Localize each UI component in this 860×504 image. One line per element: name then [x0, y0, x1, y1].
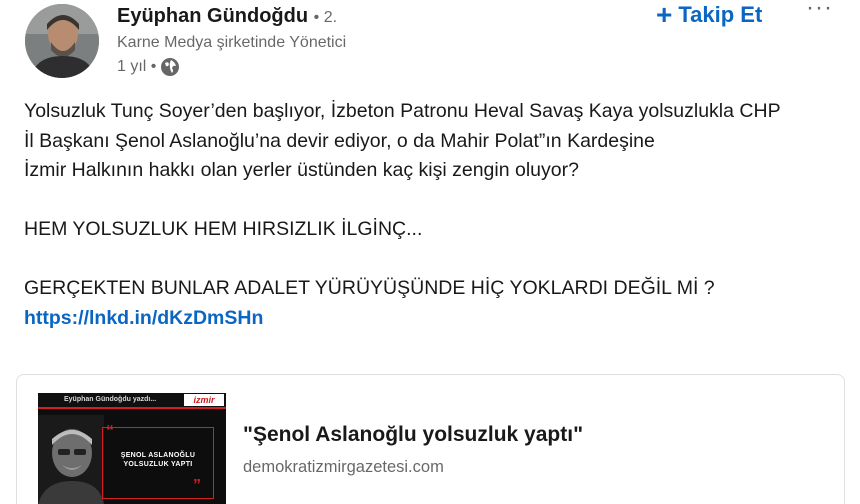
author-name-text[interactable]: Eyüphan Gündoğdu: [117, 5, 308, 27]
post-short-link[interactable]: https://lnkd.in/dKzDmSHn: [24, 307, 263, 329]
author-headline: Karne Medya şirketinde Yönetici: [117, 34, 347, 51]
post-line: GERÇEKTEN BUNLAR ADALET YÜRÜYÜŞÜNDE HİÇ …: [24, 277, 715, 299]
follow-button[interactable]: + Takip Et: [656, 0, 762, 30]
post-line: Yolsuzluk Tunç Soyer’den başlıyor, İzbet…: [24, 100, 781, 122]
post-meta: 1 yıl •: [117, 57, 180, 77]
thumbnail-logo: izmir: [184, 394, 224, 406]
plus-icon: +: [656, 0, 673, 30]
more-options-button[interactable]: ···: [806, 0, 836, 24]
post-line: İzmir Halkının hakkı olan yerler üstünde…: [24, 159, 579, 181]
avatar-photo: [25, 4, 99, 78]
link-preview-card[interactable]: Eyüphan Gündoğdu yazdı... izmir “ ” ŞENO…: [16, 374, 845, 504]
post-line: HEM YOLSUZLUK HEM HIRSIZLIK İLGİNÇ...: [24, 218, 423, 240]
globe-icon: [161, 58, 180, 76]
connection-degree: • 2.: [313, 9, 338, 26]
thumbnail-portrait: [38, 415, 104, 504]
post-spacer: [24, 245, 854, 275]
follow-label: Takip Et: [678, 2, 763, 27]
quote-open-icon: “: [106, 423, 114, 440]
author-avatar[interactable]: [25, 4, 99, 78]
author-name[interactable]: Eyüphan Gündoğdu • 2.: [117, 5, 337, 28]
link-card-title[interactable]: "Şenol Aslanoğlu yolsuzluk yaptı": [243, 423, 583, 447]
quote-close-icon: ”: [193, 477, 201, 494]
post-line: İl Başkanı Şenol Aslanoğlu’na devir ediy…: [24, 129, 655, 152]
post-body: Yolsuzluk Tunç Soyer’den başlıyor, İzbet…: [24, 97, 854, 333]
link-thumbnail[interactable]: Eyüphan Gündoğdu yazdı... izmir “ ” ŞENO…: [38, 393, 226, 504]
link-card-domain: demokratizmirgazetesi.com: [243, 458, 444, 476]
post-spacer: [24, 186, 854, 216]
thumbnail-divider: [38, 407, 226, 409]
thumbnail-headline: ŞENOL ASLANOĞLU YOLSUZLUK YAPTI: [120, 452, 196, 468]
post-time: 1 yıl •: [117, 58, 157, 75]
thumbnail-byline: Eyüphan Gündoğdu yazdı...: [64, 396, 157, 403]
